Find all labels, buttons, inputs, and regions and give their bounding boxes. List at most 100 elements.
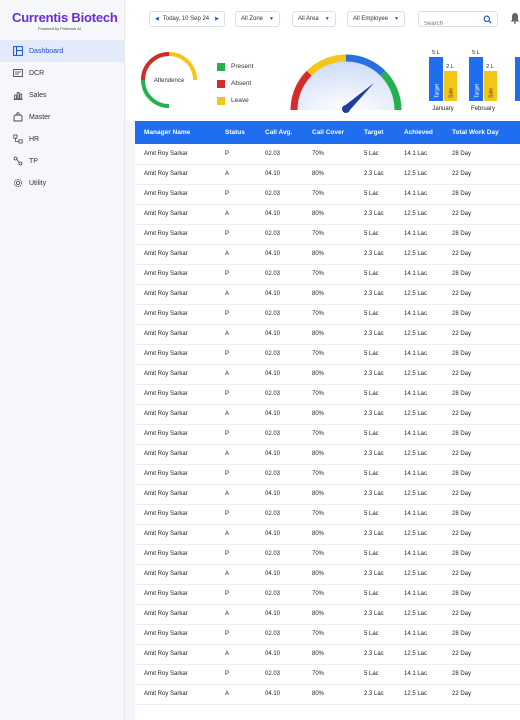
col-header-achieved[interactable]: Achieved (395, 121, 443, 144)
sidebar-item-utility[interactable]: Utility (0, 172, 124, 194)
sales-chart-icon (12, 90, 23, 101)
manager-name-cell: Amit Roy Sarkar (144, 311, 188, 317)
table-header-row: Manager Name Status Call Avg. Call Cover… (135, 121, 520, 144)
manager-name-cell: Amit Roy Sarkar (144, 571, 188, 577)
table-row[interactable]: Amit Roy Sarkar P 02.03 70% 5 Lac 14.1 Lac 28 … (135, 504, 520, 524)
manager-name-cell: Amit Roy Sarkar (144, 271, 188, 277)
present-swatch (217, 62, 225, 71)
manager-name-cell: Amit Roy Sarkar (144, 671, 188, 677)
achieved-cell: 14.1 Lac (404, 591, 428, 597)
table-row[interactable]: Amit Roy Sarkar A 04.10 80% 2.3 Lac 12.5 Lac 2… (135, 524, 520, 544)
target-cell: 5 Lac (364, 271, 379, 277)
sidebar-item-sales[interactable]: Sales (0, 84, 124, 106)
total-work-day-cell: 22 Day (452, 331, 472, 337)
call-avg-cell: 04.10 (265, 451, 281, 457)
target-cell: 5 Lac (364, 551, 379, 557)
call-cover-cell: 70% (312, 551, 325, 557)
sidebar-item-hr[interactable]: HR (0, 128, 124, 150)
call-cover-cell: 70% (312, 391, 325, 397)
table-row[interactable]: Amit Roy Sarkar A 04.10 80% 2.3 Lac 12.5 Lac 2… (135, 604, 520, 624)
legend-item-present: Present (217, 58, 253, 75)
status-cell: A (225, 331, 230, 337)
manager-name-cell: Amit Roy Sarkar (144, 491, 188, 497)
table-row[interactable]: Amit Roy Sarkar A 04.10 80% 2.3 Lac 12.5 Lac 2… (135, 164, 520, 184)
chevron-right-icon[interactable]: ▶ (215, 16, 219, 22)
search-icon[interactable] (483, 15, 492, 24)
sidebar-item-master[interactable]: Master (0, 106, 124, 128)
bell-icon[interactable] (510, 12, 520, 24)
manager-table: Manager Name Status Call Avg. Call Cover… (135, 121, 520, 720)
call-cover-cell: 80% (312, 651, 325, 657)
call-cover-cell: 70% (312, 311, 325, 317)
col-header-status[interactable]: Status (216, 121, 256, 144)
zone-dropdown[interactable]: All Zone ▼ (235, 11, 280, 27)
table-row[interactable]: Amit Roy Sarkar A 04.10 80% 2.3 Lac 12.5 Lac 2… (135, 644, 520, 664)
achieved-cell: 14.1 Lac (404, 671, 428, 677)
call-avg-cell: 02.03 (265, 231, 281, 237)
manager-name-cell: Amit Roy Sarkar (144, 231, 188, 237)
status-cell: P (225, 351, 230, 357)
table-row[interactable]: Amit Roy Sarkar P 02.03 70% 5 Lac 14.1 Lac 28 … (135, 664, 520, 684)
table-row[interactable]: Amit Roy Sarkar P 02.03 70% 5 Lac 14.1 Lac 28 … (135, 464, 520, 484)
call-cover-cell: 80% (312, 331, 325, 337)
table-row[interactable]: Amit Roy Sarkar P 02.03 70% 5 Lac 14.1 Lac 28 … (135, 184, 520, 204)
call-avg-cell: 04.10 (265, 491, 281, 497)
sidebar-item-tp[interactable]: TP (0, 150, 124, 172)
legend-label: Leave (231, 97, 249, 104)
call-avg-cell: 04.10 (265, 171, 281, 177)
table-row[interactable]: Amit Roy Sarkar P 02.03 70% 5 Lac 14.1 Lac 28 … (135, 224, 520, 244)
table-row[interactable]: Amit Roy Sarkar P 02.03 70% 5 Lac 14.1 Lac 28 … (135, 144, 520, 164)
sidebar-item-label: Dashboard (29, 47, 64, 55)
manager-name-cell: Amit Roy Sarkar (144, 191, 188, 197)
col-header-call-avg[interactable]: Call Avg. (256, 121, 303, 144)
table-row[interactable]: Amit Roy Sarkar A 04.10 80% 2.3 Lac 12.5 Lac 2… (135, 284, 520, 304)
col-header-manager-name[interactable]: Manager Name (135, 121, 216, 144)
chevron-left-icon[interactable]: ◀ (155, 16, 159, 22)
col-header-total-work-day[interactable]: Total Work Day (443, 121, 520, 144)
col-header-call-cover[interactable]: Call Cover (303, 121, 355, 144)
col-header-target[interactable]: Target (355, 121, 395, 144)
table-row[interactable]: Amit Roy Sarkar A 04.10 80% 2.3 Lac 12.5 Lac 2… (135, 444, 520, 464)
table-row[interactable]: Amit Roy Sarkar A 04.10 80% 2.3 Lac 12.5 Lac 2… (135, 204, 520, 224)
table-row[interactable]: Amit Roy Sarkar P 02.03 70% 5 Lac 14.1 Lac 28 … (135, 264, 520, 284)
status-cell: A (225, 211, 230, 217)
table-row[interactable]: Amit Roy Sarkar A 04.10 80% 2.3 Lac 12.5 Lac 2… (135, 564, 520, 584)
table-row[interactable]: Amit Roy Sarkar P 02.03 70% 5 Lac 14.1 Lac 28 … (135, 624, 520, 644)
table-row[interactable]: Amit Roy Sarkar A 04.10 80% 2.3 Lac 12.5 Lac 2… (135, 484, 520, 504)
target-cell: 5 Lac (364, 231, 379, 237)
manager-name-cell: Amit Roy Sarkar (144, 150, 188, 157)
call-avg-cell: 02.03 (265, 391, 281, 397)
table-row[interactable]: Amit Roy Sarkar A 04.10 80% 2.3 Lac 12.5 Lac 2… (135, 404, 520, 424)
achieved-cell: 14.1 Lac (404, 191, 428, 197)
sidebar-item-label: HR (29, 135, 40, 143)
table-row[interactable]: Amit Roy Sarkar A 04.10 80% 2.3 Lac 12.5 Lac 2… (135, 364, 520, 384)
status-cell: A (225, 491, 230, 497)
table-row[interactable]: Amit Roy Sarkar P 02.03 70% 5 Lac 14.1 Lac 28 … (135, 424, 520, 444)
total-work-day-cell: 28 Day (452, 671, 472, 677)
table-row[interactable]: Amit Roy Sarkar P 02.03 70% 5 Lac 14.1 Lac 28 … (135, 304, 520, 324)
call-avg-cell: 04.10 (265, 211, 281, 217)
area-dropdown[interactable]: All Area ▼ (292, 11, 336, 27)
table-row[interactable]: Amit Roy Sarkar P 02.03 70% 5 Lac 14.1 Lac 28 … (135, 584, 520, 604)
call-cover-cell: 80% (312, 251, 325, 257)
total-work-day-cell: 22 Day (452, 611, 472, 617)
table-row[interactable]: Amit Roy Sarkar P 02.03 70% 5 Lac 14.1 Lac 28 … (135, 544, 520, 564)
status-cell: P (225, 311, 230, 317)
sidebar-item-dcr[interactable]: DCR (0, 62, 124, 84)
total-work-day-cell: 22 Day (452, 651, 472, 657)
employee-dropdown[interactable]: All Employee ▼ (347, 11, 405, 27)
date-filter[interactable]: ◀ Today, 10 Sep 24 ▶ (149, 11, 225, 27)
tp-icon (12, 156, 23, 167)
manager-name-cell: Amit Roy Sarkar (144, 391, 188, 397)
sidebar-item-label: Sales (29, 91, 47, 99)
sidebar-item-dashboard[interactable]: Dashboard (0, 40, 124, 62)
table-row[interactable]: Amit Roy Sarkar A 04.10 80% 2.3 Lac 12.5 Lac 2… (135, 324, 520, 344)
search-input[interactable] (419, 17, 479, 31)
legend-item-leave: Leave (217, 92, 253, 109)
table-row[interactable]: Amit Roy Sarkar A 04.10 80% 2.3 Lac 12.5 Lac 2… (135, 244, 520, 264)
table-row[interactable]: Amit Roy Sarkar P 02.03 70% 5 Lac 14.1 Lac 28 … (135, 344, 520, 364)
table-row[interactable]: Amit Roy Sarkar A 04.10 80% 2.3 Lac 12.5 Lac 2… (135, 684, 520, 704)
target-cell: 5 Lac (364, 631, 379, 637)
table-row[interactable]: Amit Roy Sarkar P 02.03 70% 5 Lac 14.1 Lac 28 … (135, 384, 520, 404)
search-box (418, 11, 498, 31)
